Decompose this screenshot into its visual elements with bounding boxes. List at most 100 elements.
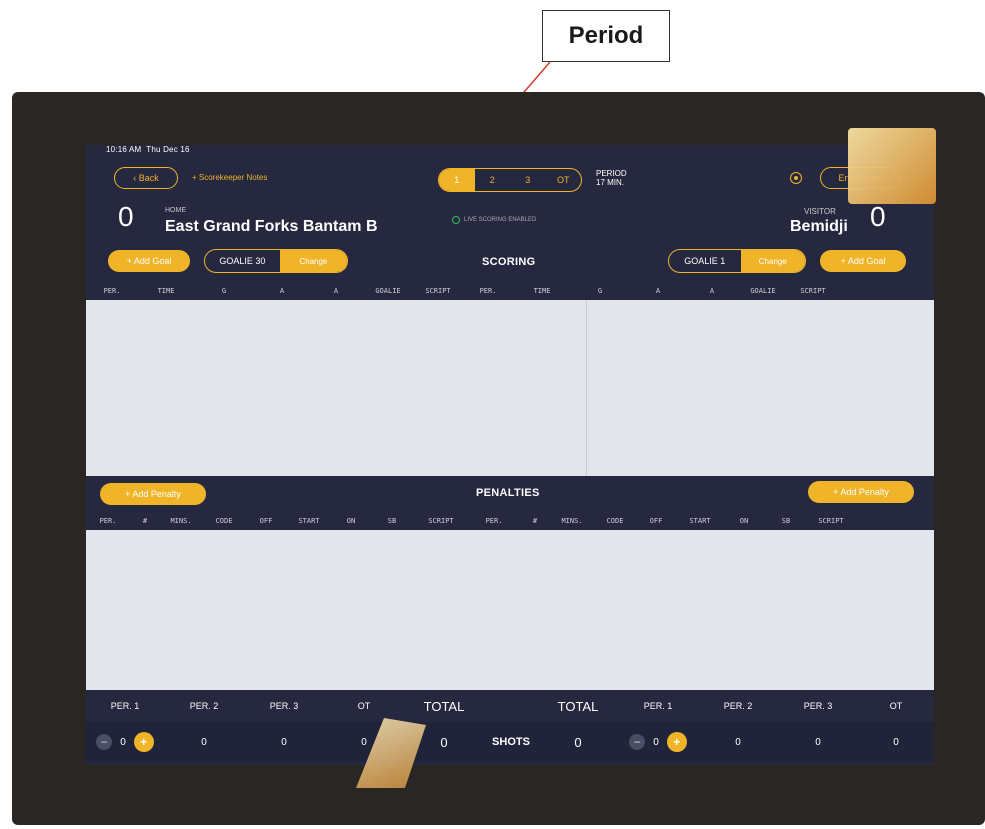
col-a2: A	[333, 287, 339, 295]
visitor-total-shots: 0	[574, 734, 582, 750]
col-per: PER.	[479, 287, 497, 295]
visitor-shot-plus-button[interactable]: +	[666, 732, 687, 752]
col-script: SCRIPT	[428, 517, 454, 525]
home-per2-header: PER. 2	[189, 701, 219, 711]
home-score: 0	[118, 201, 134, 232]
visitor-add-goal-button[interactable]: + Add Goal	[820, 250, 906, 272]
home-per3-shots: 0	[281, 736, 287, 748]
period-tab-2[interactable]: 2	[475, 169, 511, 191]
col-script: SCRIPT	[800, 287, 826, 295]
col-number: #	[532, 517, 538, 525]
scoring-table[interactable]	[86, 300, 934, 476]
col-mins: MINS.	[561, 517, 583, 525]
shots-row: − 0 + 0 0 0 0 SHOTS 0 − 0 + 0 0 0	[86, 722, 934, 762]
visitor-per1-cell: − 0 +	[618, 732, 698, 752]
visitor-per2-shots: 0	[735, 736, 741, 748]
col-start: START	[298, 517, 320, 525]
live-scoring-label: LIVE SCORING ENABLED	[464, 217, 537, 223]
visitor-per2-header: PER. 2	[723, 701, 753, 711]
scorekeeper-notes-link[interactable]: + Scorekeeper Notes	[192, 173, 267, 182]
col-goalie: GOALIE	[375, 287, 401, 295]
home-total-header: TOTAL	[423, 698, 465, 714]
scoring-title: SCORING	[482, 256, 536, 268]
visitor-score: 0	[870, 201, 886, 232]
home-shot-minus-button[interactable]: −	[96, 734, 113, 750]
col-per: PER.	[485, 517, 503, 525]
penalties-table[interactable]	[86, 530, 934, 690]
period-tab-3[interactable]: 3	[510, 169, 546, 191]
col-a2: A	[709, 287, 715, 295]
shots-label: SHOTS	[492, 736, 530, 748]
home-per3-header: PER. 3	[269, 701, 299, 711]
col-number: #	[142, 517, 148, 525]
status-time: 10:16 AM	[106, 145, 142, 154]
period-info: PERIOD 17 MIN.	[596, 169, 627, 187]
visitor-add-penalty-button[interactable]: + Add Penalty	[808, 481, 914, 503]
col-off: OFF	[259, 517, 273, 525]
home-per2-shots: 0	[201, 736, 207, 748]
col-time: TIME	[533, 287, 551, 295]
period-tab-ot[interactable]: OT	[546, 169, 582, 191]
home-per1-shots: 0	[120, 736, 126, 748]
visitor-per3-header: PER. 3	[803, 701, 833, 711]
status-bar: 10:16 AM Thu Dec 16	[106, 145, 190, 154]
screen-glare	[848, 128, 936, 204]
col-time: TIME	[157, 287, 175, 295]
home-shot-plus-button[interactable]: +	[133, 732, 154, 752]
visitor-ot-header: OT	[889, 701, 903, 711]
scoring-column-header: PER. TIME G A A GOALIE SCRIPT PER. TIME …	[86, 284, 934, 298]
period-tab-1[interactable]: 1	[439, 169, 475, 191]
period-callout: Period	[542, 10, 670, 62]
visitor-team-name: Bemidji	[790, 218, 848, 235]
col-goalie: GOALIE	[750, 287, 776, 295]
live-scoring-badge: LIVE SCORING ENABLED	[452, 216, 536, 224]
col-mins: MINS.	[170, 517, 192, 525]
visitor-total-header: TOTAL	[557, 698, 599, 714]
visitor-shot-minus-button[interactable]: −	[629, 734, 646, 750]
period-selector: 1 2 3 OT	[438, 168, 582, 192]
visitor-goalie-label: GOALIE 1	[684, 256, 726, 266]
back-button[interactable]: ‹ Back	[114, 167, 178, 189]
col-off: OFF	[649, 517, 663, 525]
home-goalie-label: GOALIE 30	[219, 256, 266, 266]
home-add-goal-button[interactable]: + Add Goal	[108, 250, 190, 272]
period-label: PERIOD	[596, 169, 627, 178]
visitor-per3-shots: 0	[815, 736, 821, 748]
col-on: ON	[346, 517, 356, 525]
col-on: ON	[739, 517, 749, 525]
home-ot-header: OT	[357, 701, 371, 711]
home-team-name: East Grand Forks Bantam B	[165, 218, 378, 235]
col-g: G	[221, 287, 227, 295]
penalties-column-header: PER. # MINS. CODE OFF START ON SB SCRIPT…	[86, 514, 934, 528]
home-per1-cell: − 0 +	[86, 732, 164, 752]
col-g: G	[597, 287, 603, 295]
visitor-goalie-control: GOALIE 1 Change	[668, 249, 806, 273]
status-date: Thu Dec 16	[146, 145, 190, 154]
visitor-ot-shots: 0	[893, 736, 899, 748]
visitor-per1-shots: 0	[653, 736, 659, 748]
col-code: CODE	[606, 517, 624, 525]
visitor-label: VISITOR	[804, 207, 836, 216]
home-goalie-change-button[interactable]: Change	[279, 250, 347, 272]
home-add-penalty-button[interactable]: + Add Penalty	[100, 483, 206, 505]
period-minutes: 17 MIN.	[596, 178, 625, 187]
col-sb: SB	[387, 517, 397, 525]
col-script: SCRIPT	[425, 287, 451, 295]
penalties-title: PENALTIES	[476, 487, 540, 499]
visitor-goalie-change-button[interactable]: Change	[740, 250, 805, 272]
col-script: SCRIPT	[818, 517, 844, 525]
col-code: CODE	[215, 517, 233, 525]
home-per1-header: PER. 1	[110, 701, 140, 711]
col-sb: SB	[781, 517, 791, 525]
home-label: HOME	[165, 207, 186, 214]
scoring-divider	[586, 300, 587, 476]
col-per: PER.	[99, 517, 117, 525]
home-goalie-control: GOALIE 30 Change	[204, 249, 348, 273]
col-start: START	[689, 517, 711, 525]
settings-icon[interactable]	[790, 172, 802, 184]
live-indicator-icon	[452, 216, 460, 224]
col-a1: A	[655, 287, 661, 295]
col-per: PER.	[103, 287, 121, 295]
shots-period-header: PER. 1 PER. 2 PER. 3 OT TOTAL TOTAL PER.…	[86, 695, 934, 717]
scorekeeper-screen: 10:16 AM Thu Dec 16 ‹ Back + Scorekeeper…	[86, 145, 934, 765]
